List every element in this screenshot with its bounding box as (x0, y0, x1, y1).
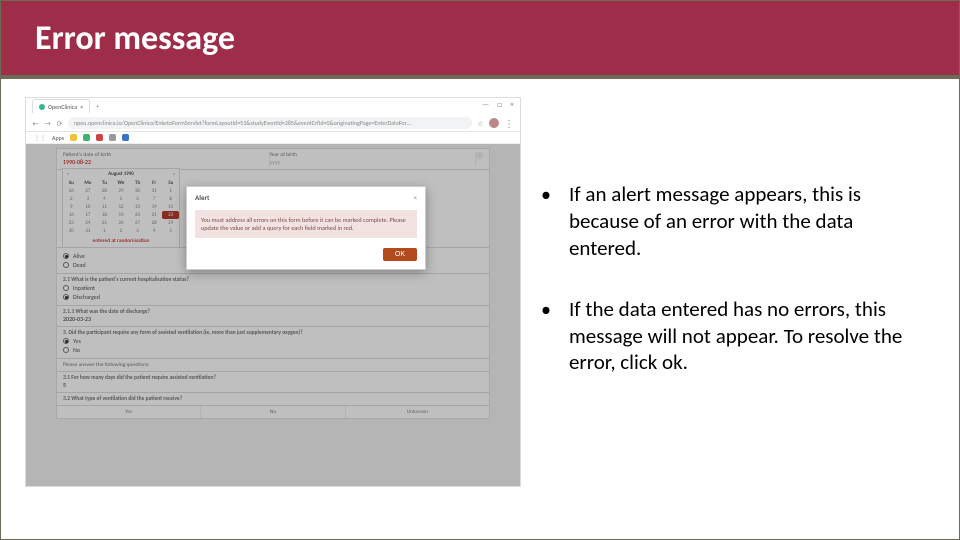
profile-avatar-icon[interactable] (489, 118, 499, 128)
alert-close-icon[interactable]: × (414, 193, 418, 202)
kebab-menu-icon[interactable]: ⋮ (504, 117, 514, 130)
slide-title-bar: Error message (1, 1, 959, 79)
bullet-text: If an alert message appears, this is bec… (569, 181, 919, 262)
bullet-item: • If the data entered has no errors, thi… (541, 296, 919, 377)
new-tab-icon[interactable]: + (96, 102, 99, 110)
bookmark-icon[interactable] (96, 134, 103, 141)
star-icon[interactable]: ☆ (477, 120, 484, 127)
bullet-text: If the data entered has no errors, this … (569, 296, 919, 377)
nav-forward-icon[interactable]: → (44, 120, 51, 127)
alert-ok-button[interactable]: OK (383, 248, 417, 261)
window-minimize-icon[interactable]: — (482, 100, 489, 110)
bookmark-icon[interactable] (109, 134, 116, 141)
url-text: npeu.openclinica.io/OpenClinica/EnketoFo… (74, 119, 411, 127)
apps-label[interactable]: Apps (52, 134, 64, 142)
alert-dialog: Alert × You must address all errors on t… (186, 186, 426, 270)
bullet-list: • If an alert message appears, this is b… (541, 97, 949, 487)
nav-back-icon[interactable]: ← (32, 120, 39, 127)
window-close-icon[interactable]: × (510, 100, 514, 110)
bookmarks-bar: ⋮⋮ Apps (26, 132, 520, 144)
alert-body: You must address all errors on this form… (195, 210, 417, 238)
window-maximize-icon[interactable]: □ (497, 100, 502, 110)
address-bar[interactable]: npeu.openclinica.io/OpenClinica/EnketoFo… (68, 117, 472, 129)
bullet-icon: • (541, 296, 551, 377)
bookmark-icon[interactable] (122, 134, 129, 141)
nav-reload-icon[interactable]: ⟳ (56, 120, 63, 127)
tab-close-icon[interactable]: × (80, 103, 83, 111)
apps-icon[interactable]: ⋮⋮ (34, 134, 46, 142)
favicon-icon (39, 104, 45, 110)
bookmark-icon[interactable] (70, 134, 77, 141)
screenshot-panel: OpenClinica × + — □ × ← → ⟳ npeu.openc (25, 97, 521, 487)
alert-title: Alert (195, 193, 209, 202)
slide-title: Error message (1, 18, 235, 59)
bookmark-icon[interactable] (83, 134, 90, 141)
bullet-item: • If an alert message appears, this is b… (541, 181, 919, 262)
bullet-icon: • (541, 181, 551, 262)
browser-tab[interactable]: OpenClinica × (32, 99, 90, 113)
browser-tab-label: OpenClinica (48, 103, 77, 111)
